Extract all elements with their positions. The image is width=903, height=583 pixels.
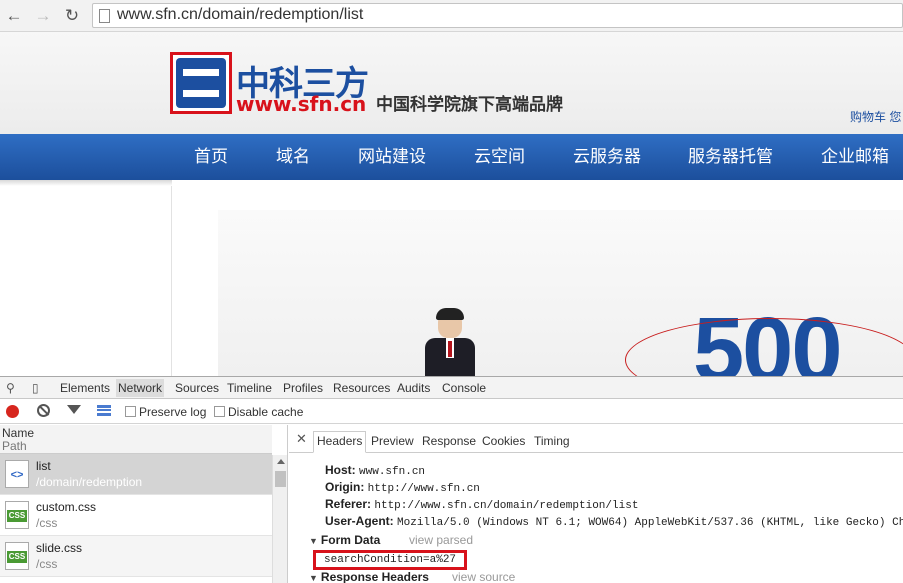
filter-icon[interactable] <box>67 405 81 414</box>
record-icon[interactable] <box>6 405 19 418</box>
header-line: Host: www.sfn.cn <box>325 463 426 478</box>
request-path: /css <box>36 516 58 530</box>
forward-arrow-icon[interactable]: → <box>32 5 54 27</box>
page-icon <box>99 9 110 23</box>
tab-timeline[interactable]: Timeline <box>227 381 272 395</box>
nav-item-domain[interactable]: 域名 <box>276 134 310 180</box>
nav-item-email[interactable]: 企业邮箱 <box>821 134 889 180</box>
scroll-up-icon[interactable] <box>277 459 285 464</box>
device-icon[interactable]: ▯ <box>32 381 39 395</box>
tab-sources[interactable]: Sources <box>175 381 219 395</box>
request-row[interactable]: <> list /domain/redemption <box>0 454 272 495</box>
column-name: Name <box>2 426 35 440</box>
cart-link[interactable]: 购物车 您 <box>850 108 901 125</box>
list-view-icon[interactable] <box>97 405 111 416</box>
header-line: Referer: http://www.sfn.cn/domain/redemp… <box>325 497 639 512</box>
tab-network[interactable]: Network <box>116 379 165 397</box>
nav-item-hosting[interactable]: 服务器托管 <box>688 134 773 180</box>
logo-url[interactable]: www.sfn.cn <box>236 92 366 116</box>
main-nav: 首页 域名 网站建设 云空间 云服务器 服务器托管 企业邮箱 <box>0 134 903 180</box>
request-path: /domain/redemption <box>36 475 143 489</box>
expand-triangle-icon: ▼ <box>309 536 318 546</box>
request-detail: ✕ Headers Preview Response Cookies Timin… <box>289 425 903 583</box>
detail-tabbar: ✕ Headers Preview Response Cookies Timin… <box>289 425 903 453</box>
devtools-panel: ⚲ ▯ Elements Network Sources Timeline Pr… <box>0 376 903 583</box>
view-source-link[interactable]: view source <box>452 570 515 583</box>
view-parsed-link[interactable]: view parsed <box>409 533 473 547</box>
person-image <box>425 308 475 376</box>
back-arrow-icon[interactable]: ← <box>3 5 25 27</box>
column-path: Path <box>2 439 27 453</box>
clear-icon[interactable] <box>37 404 50 417</box>
reload-icon[interactable]: ↻ <box>61 5 83 27</box>
tab-profiles[interactable]: Profiles <box>283 381 323 395</box>
browser-toolbar: ← → ↻ www.sfn.cn/domain/redemption/list <box>0 0 903 32</box>
site-header: 中科三方 www.sfn.cn 中国科学院旗下高端品牌 购物车 您 <box>0 32 903 134</box>
request-name: list <box>36 459 51 473</box>
disable-cache-checkbox[interactable] <box>214 406 225 417</box>
site-logo-icon[interactable] <box>170 52 232 114</box>
network-toolbar: Preserve log Disable cache <box>0 400 903 424</box>
css-file-icon: CSS <box>5 501 29 529</box>
response-headers-section[interactable]: ▼ Response Headers <box>309 570 429 583</box>
request-list: Name Path <> list /domain/redemption CSS… <box>0 425 288 583</box>
request-list-header[interactable]: Name Path <box>0 425 272 454</box>
slogan: 中国科学院旗下高端品牌 <box>376 95 563 115</box>
form-data-section[interactable]: ▼ Form Data <box>309 533 380 547</box>
inspect-icon[interactable]: ⚲ <box>6 381 15 395</box>
tab-headers[interactable]: Headers <box>313 431 367 453</box>
header-line: Origin: http://www.sfn.cn <box>325 480 480 495</box>
request-name: custom.css <box>36 500 97 514</box>
tab-audits[interactable]: Audits <box>397 381 430 395</box>
page-sidebar <box>0 180 172 376</box>
tab-preview[interactable]: Preview <box>371 434 414 448</box>
tab-timing[interactable]: Timing <box>534 434 570 448</box>
request-row[interactable]: CSS custom.css /css <box>0 495 272 536</box>
request-path: /css <box>36 557 58 571</box>
nav-item-cloud-server[interactable]: 云服务器 <box>573 134 641 180</box>
header-line: User-Agent: Mozilla/5.0 (Windows NT 6.1;… <box>325 514 903 529</box>
html-file-icon: <> <box>5 460 29 488</box>
address-bar-url[interactable]: www.sfn.cn/domain/redemption/list <box>117 6 363 24</box>
css-file-icon: CSS <box>5 542 29 570</box>
nav-item-home[interactable]: 首页 <box>194 134 228 180</box>
nav-item-website[interactable]: 网站建设 <box>358 134 426 180</box>
preserve-log-label: Preserve log <box>139 405 207 419</box>
nav-item-cloud-space[interactable]: 云空间 <box>474 134 525 180</box>
request-name: slide.css <box>36 541 83 555</box>
tab-elements[interactable]: Elements <box>60 381 110 395</box>
tab-console[interactable]: Console <box>442 381 486 395</box>
address-bar[interactable]: www.sfn.cn/domain/redemption/list <box>92 3 903 28</box>
expand-triangle-icon: ▼ <box>309 573 318 583</box>
request-row[interactable]: CSS slide.css /css <box>0 536 272 577</box>
scroll-thumb[interactable] <box>275 471 286 487</box>
tab-cookies[interactable]: Cookies <box>482 434 525 448</box>
tab-response[interactable]: Response <box>422 434 476 448</box>
preserve-log-checkbox[interactable] <box>125 406 136 417</box>
devtools-tabbar: ⚲ ▯ Elements Network Sources Timeline Pr… <box>0 377 903 399</box>
request-list-scrollbar[interactable] <box>272 455 287 583</box>
form-data-value: searchCondition=a%27 <box>313 550 468 570</box>
close-icon[interactable]: ✕ <box>296 431 307 447</box>
disable-cache-label: Disable cache <box>228 405 304 419</box>
tab-resources[interactable]: Resources <box>333 381 390 395</box>
